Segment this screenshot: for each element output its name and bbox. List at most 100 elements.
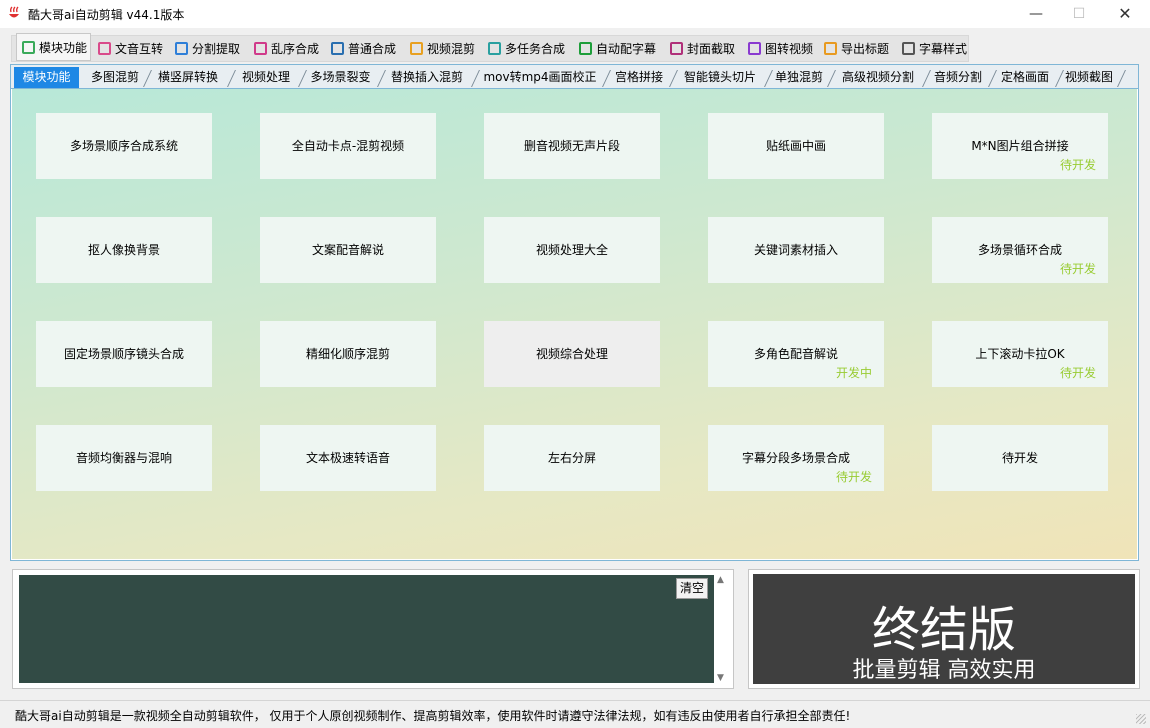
app-logo-icon [9,6,19,18]
sub-tab-8[interactable]: 宫格拼接 [607,68,678,87]
main-tab-1[interactable]: 模块功能 [16,33,91,61]
scroll-down-icon[interactable]: ▼ [713,673,728,683]
main-tab-label: 视频混剪 [427,42,476,56]
status-tag: 开发中 [835,366,872,380]
text-audio-icon [98,42,111,55]
sub-tab-14[interactable]: 视频截图 [1059,68,1126,87]
function-button-label: 贴纸画中画 [765,139,826,153]
clear-log-button[interactable]: 清空 [676,578,708,599]
function-button-label: 上下滚动卡拉OK [975,347,1065,361]
status-bar: 酷大哥ai自动剪辑是一款视频全自动剪辑软件， 仅用于个人原创视频制作、提高剪辑效… [0,700,1150,728]
main-tab-7[interactable]: 多任务合成 [483,38,572,60]
main-tab-6[interactable]: 视频混剪 [405,38,481,60]
shuffle-icon [254,42,267,55]
function-button-13[interactable]: 视频综合处理 [484,321,660,387]
main-tab-bar: 模块功能 文音互转 分割提取 乱序合成 普通合成 视频混剪 多任务合成 自动配字幕 封面截取 图转… [11,33,969,62]
main-tab-3[interactable]: 分割提取 [170,38,247,60]
sub-tab-4[interactable]: 视频处理 [232,68,307,87]
sub-tab-label: 音频分割 [933,70,982,84]
function-button-12[interactable]: 精细化顺序混剪 [260,321,436,387]
main-tab-label: 导出标题 [841,42,890,56]
main-tab-label: 普通合成 [348,42,397,56]
sub-tab-9[interactable]: 智能镜头切片 [674,68,773,87]
main-tab-9[interactable]: 封面截取 [665,38,741,60]
function-button-label: 字幕分段多场景合成 [741,451,850,465]
layers-icon [331,42,344,55]
sub-tab-7[interactable]: mov转mp4画面校正 [476,68,611,87]
sub-tab-label: 多场景裂变 [310,70,371,84]
main-tab-2[interactable]: 文音互转 [93,38,168,60]
function-button-label: 待开发 [1001,451,1038,465]
image-crop-icon [670,42,683,55]
scroll-up-icon[interactable]: ▲ [713,575,728,585]
main-tab-11[interactable]: 导出标题 [819,38,895,60]
main-tab-label: 分割提取 [192,42,241,56]
main-tab-8[interactable]: 自动配字幕 [574,38,663,60]
function-button-label: 左右分屏 [547,451,596,465]
main-tab-label: 封面截取 [687,42,736,56]
sub-tab-12[interactable]: 音频分割 [926,68,997,87]
main-tab-10[interactable]: 图转视频 [743,38,817,60]
function-button-14[interactable]: 多角色配音解说 开发中 [708,321,884,387]
function-grid: 多场景顺序合成系统 全自动卡点-混剪视频 删音视频无声片段 贴纸画中画 M*N图片组合拼… [12,89,1137,559]
function-button-11[interactable]: 固定场景顺序镜头合成 [36,321,212,387]
main-tab-5[interactable]: 普通合成 [326,38,403,60]
function-button-18[interactable]: 左右分屏 [484,425,660,491]
function-button-15[interactable]: 上下滚动卡拉OK 待开发 [932,321,1108,387]
main-tab-label: 文音互转 [115,42,164,56]
sub-tab-bar: 模块功能 多图混剪 横竖屏转换 视频处理 多场景裂变 替换插入混剪 mov转mp4画面校正 宫… [11,65,1138,89]
resize-grip-icon[interactable] [1136,714,1146,724]
function-button-label: 文案配音解说 [311,243,384,257]
function-button-label: 固定场景顺序镜头合成 [63,347,184,361]
function-button-label: M*N图片组合拼接 [971,139,1069,153]
sub-tab-label: 高级视频分割 [841,70,914,84]
function-button-19[interactable]: 字幕分段多场景合成待开发 [708,425,884,491]
function-button-8[interactable]: 视频处理大全 [484,217,660,283]
function-button-5[interactable]: M*N图片组合拼接 待开发 [932,113,1108,179]
sub-tab-5[interactable]: 多场景裂变 [302,68,386,87]
text-style-icon [902,42,915,55]
function-button-20[interactable]: 待开发 [932,425,1108,491]
function-button-9[interactable]: 关键词素材插入 [708,217,884,283]
function-button-1[interactable]: 多场景顺序合成系统 [36,113,212,179]
minimize-button[interactable]: — [1013,0,1059,28]
video-mix-icon [410,42,423,55]
function-button-7[interactable]: 文案配音解说 [260,217,436,283]
function-button-4[interactable]: 贴纸画中画 [708,113,884,179]
promo-background: 终结版 批量剪辑 高效实用 [753,574,1135,684]
sub-tab-11[interactable]: 高级视频分割 [832,68,931,87]
function-button-17[interactable]: 文本极速转语音 [260,425,436,491]
sub-tab-1[interactable]: 模块功能 [14,67,79,88]
promo-subtitle: 批量剪辑 高效实用 [852,658,1036,683]
function-button-label: 视频处理大全 [535,243,608,257]
sub-tab-label: 定格画面 [1000,70,1049,84]
module-panel: 模块功能 多图混剪 横竖屏转换 视频处理 多场景裂变 替换插入混剪 mov转mp4画面校正 宫… [10,64,1139,561]
main-tab-label: 多任务合成 [505,42,566,56]
sub-tab-label: 横竖屏转换 [157,70,218,84]
function-button-3[interactable]: 删音视频无声片段 [484,113,660,179]
status-tag: 待开发 [1059,366,1096,380]
sub-tab-label: 模块功能 [22,70,71,84]
sub-tab-3[interactable]: 横竖屏转换 [147,68,236,87]
function-button-10[interactable]: 多场景循环合成 待开发 [932,217,1108,283]
function-button-2[interactable]: 全自动卡点-混剪视频 [260,113,436,179]
sub-tab-10[interactable]: 单独混剪 [769,68,836,87]
main-tab-12[interactable]: 字幕样式 [897,38,969,60]
function-button-16[interactable]: 音频均衡器与混响 [36,425,212,491]
close-button[interactable]: ✕ [1102,0,1148,28]
chart-icon [579,42,592,55]
sub-tab-13[interactable]: 定格画面 [993,68,1064,87]
function-button-6[interactable]: 抠人像换背景 [36,217,212,283]
grid-icon [22,41,35,54]
sub-tab-label: 视频处理 [241,70,290,84]
checklist-icon [488,42,501,55]
sub-tab-2[interactable]: 多图混剪 [85,68,152,87]
log-output[interactable] [19,575,714,683]
main-tab-4[interactable]: 乱序合成 [249,38,324,60]
sub-tab-label: 宫格拼接 [614,70,663,84]
maximize-button[interactable]: ☐ [1056,0,1102,28]
sub-tab-6[interactable]: 替换插入混剪 [381,68,480,87]
log-scrollbar[interactable]: ▲ ▼ [713,575,728,683]
status-tag: 待开发 [835,470,872,484]
function-button-label: 关键词素材插入 [753,243,838,257]
